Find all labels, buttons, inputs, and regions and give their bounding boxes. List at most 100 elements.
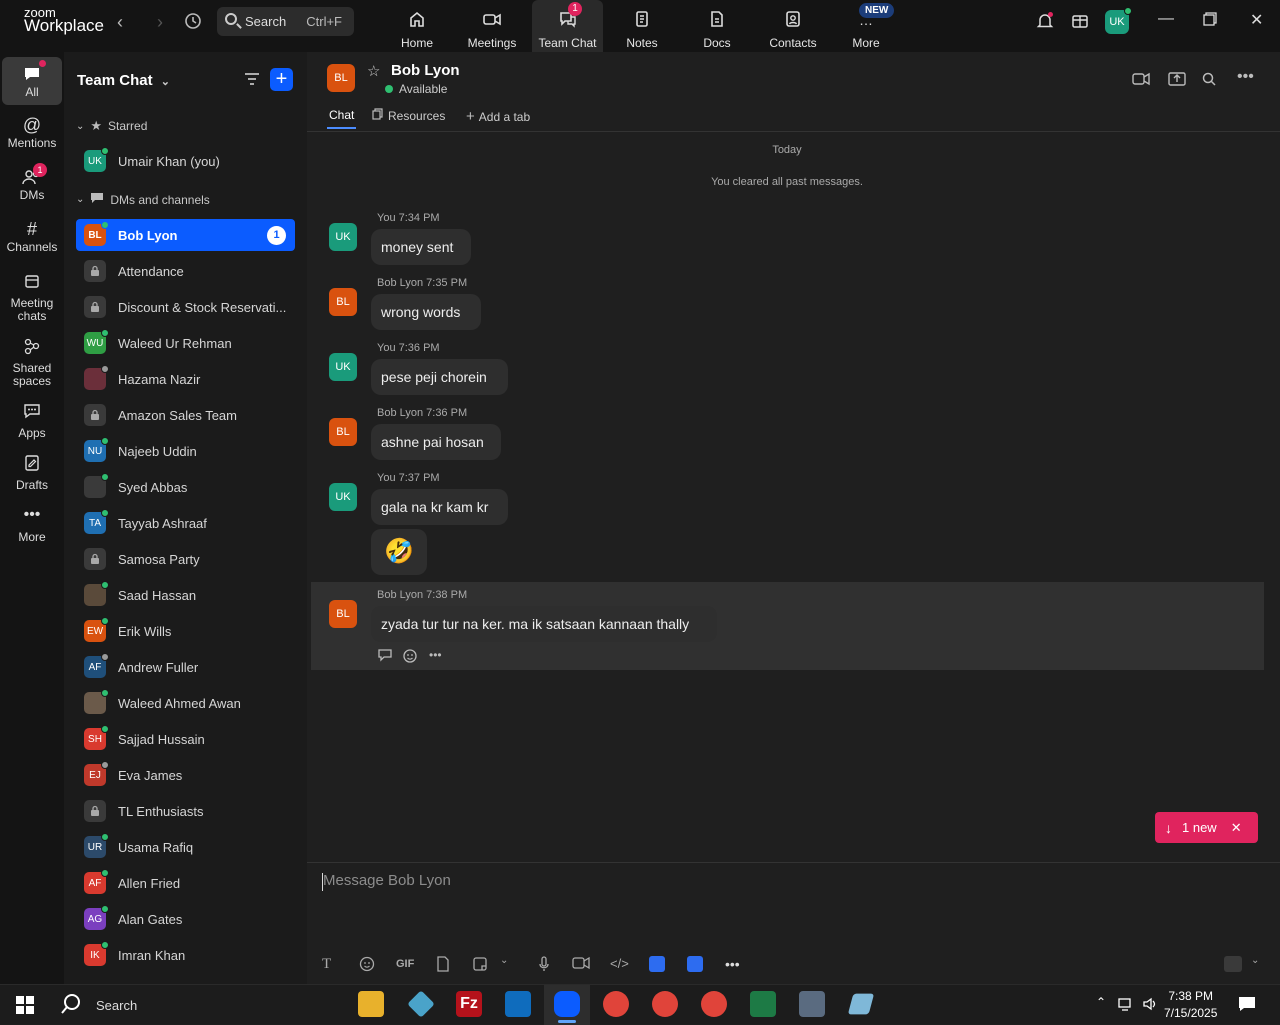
- sidebar-item[interactable]: EW Erik Wills: [76, 615, 295, 647]
- taskbar-search[interactable]: Search: [60, 993, 137, 1018]
- filter-icon[interactable]: [244, 72, 260, 91]
- message-avatar[interactable]: UK: [329, 223, 357, 251]
- tab-team-chat[interactable]: Team Chat 1: [532, 0, 603, 52]
- outlook-icon[interactable]: [505, 991, 531, 1017]
- message-author[interactable]: You: [377, 342, 396, 354]
- sidebar-item[interactable]: Attendance: [76, 255, 295, 287]
- sidebar-title[interactable]: Team Chat ⌄: [77, 72, 170, 89]
- tab-contacts[interactable]: Contacts: [766, 0, 820, 52]
- message-author[interactable]: Bob Lyon: [377, 589, 423, 601]
- sidebar-item[interactable]: NU Najeeb Uddin: [76, 435, 295, 467]
- tab-docs[interactable]: Docs: [695, 0, 739, 52]
- new-messages-pill[interactable]: ↓ 1 new ✕: [1155, 812, 1258, 843]
- message-bubble[interactable]: ashne pai hosan: [371, 424, 501, 460]
- close-icon[interactable]: ✕: [1250, 10, 1263, 30]
- chrome-icon-2[interactable]: [652, 991, 678, 1017]
- rail-meeting-chats[interactable]: Meeting chats: [2, 270, 62, 323]
- video-message-icon[interactable]: [572, 956, 590, 973]
- search-box[interactable]: Search Ctrl+F: [217, 7, 354, 36]
- back-arrow-icon[interactable]: ‹: [110, 12, 130, 32]
- tab-notes[interactable]: Notes: [618, 0, 666, 52]
- send-options-chevron-icon[interactable]: ⌄: [1251, 955, 1259, 966]
- windows-start-icon[interactable]: [16, 996, 34, 1019]
- message-author[interactable]: Bob Lyon: [377, 407, 423, 419]
- calendar-gift-icon[interactable]: [1071, 12, 1089, 35]
- zoom-taskbar-icon[interactable]: [554, 991, 580, 1017]
- sidebar-item[interactable]: AF Allen Fried: [76, 867, 295, 899]
- code-snippet-icon[interactable]: </>: [610, 956, 629, 971]
- sidebar-item[interactable]: AF Andrew Fuller: [76, 651, 295, 683]
- sidebar-item[interactable]: AG Alan Gates: [76, 903, 295, 935]
- rail-apps[interactable]: Apps: [2, 400, 62, 440]
- file-explorer-icon[interactable]: [358, 991, 384, 1017]
- tab-chat[interactable]: Chat: [326, 108, 357, 129]
- file-icon[interactable]: [436, 956, 450, 975]
- message-avatar[interactable]: BL: [329, 418, 357, 446]
- microphone-icon[interactable]: [538, 956, 550, 975]
- sidebar-item[interactable]: TL Enthusiasts: [76, 795, 295, 827]
- add-reaction-icon[interactable]: [403, 648, 419, 669]
- message-avatar[interactable]: BL: [329, 600, 357, 628]
- network-icon[interactable]: [1118, 996, 1134, 1017]
- contact-avatar[interactable]: BL: [327, 64, 355, 92]
- sidebar-item[interactable]: Discount & Stock Reservati...: [76, 291, 295, 323]
- notifications-icon[interactable]: [1238, 996, 1256, 1017]
- app-notebook-icon[interactable]: [847, 993, 875, 1015]
- message-avatar[interactable]: UK: [329, 353, 357, 381]
- sidebar-item[interactable]: Waleed Ahmed Awan: [76, 687, 295, 719]
- app-diamond-icon[interactable]: [407, 990, 435, 1018]
- rail-shared-spaces[interactable]: Shared spaces: [2, 335, 62, 388]
- contact-name[interactable]: Bob Lyon: [391, 62, 460, 79]
- taskbar-clock[interactable]: 7:38 PM 7/15/2025: [1164, 988, 1217, 1022]
- chevron-down-icon[interactable]: ⌄: [500, 955, 508, 966]
- sidebar-item[interactable]: Syed Abbas: [76, 471, 295, 503]
- sidebar-item[interactable]: SH Sajjad Hussain: [76, 723, 295, 755]
- rail-mentions[interactable]: @ Mentions: [2, 114, 62, 151]
- sidebar-item[interactable]: EJ Eva James: [76, 759, 295, 791]
- message-bubble[interactable]: gala na kr kam kr: [371, 489, 508, 525]
- rail-channels[interactable]: # Channels: [2, 218, 62, 255]
- rail-more[interactable]: ••• More: [2, 504, 62, 544]
- emoji-bubble[interactable]: 🤣: [371, 529, 427, 575]
- excel-icon[interactable]: [750, 991, 776, 1017]
- screenshot-icon[interactable]: [472, 956, 488, 975]
- message-bubble[interactable]: pese peji chorein: [371, 359, 508, 395]
- chrome-icon-1[interactable]: [603, 991, 629, 1017]
- sidebar-item[interactable]: UR Usama Rafiq: [76, 831, 295, 863]
- message-bubble[interactable]: zyada tur tur na ker. ma ik satsaan kann…: [371, 606, 717, 642]
- dms-section[interactable]: ⌄ DMs and channels: [76, 192, 210, 207]
- sidebar-item[interactable]: Amazon Sales Team: [76, 399, 295, 431]
- minimize-icon[interactable]: —: [1158, 10, 1174, 28]
- calculator-icon[interactable]: [799, 991, 825, 1017]
- message-avatar[interactable]: UK: [329, 483, 357, 511]
- share-screen-icon[interactable]: [1168, 72, 1186, 91]
- chrome-icon-3[interactable]: [701, 991, 727, 1017]
- tab-resources[interactable]: Resources: [372, 108, 445, 123]
- restore-icon[interactable]: [1203, 12, 1217, 31]
- gif-button[interactable]: GIF: [396, 958, 414, 970]
- sidebar-item[interactable]: IK Imran Khan: [76, 939, 295, 971]
- sidebar-item[interactable]: UK Umair Khan (you): [76, 145, 295, 177]
- more-actions-icon[interactable]: •••: [429, 648, 442, 669]
- user-avatar[interactable]: UK: [1105, 7, 1132, 34]
- emoji-icon[interactable]: [359, 956, 375, 975]
- close-icon[interactable]: ✕: [1231, 820, 1242, 836]
- video-call-icon[interactable]: [1132, 72, 1150, 91]
- reply-icon[interactable]: [377, 648, 393, 669]
- sidebar-item[interactable]: WU Waleed Ur Rehman: [76, 327, 295, 359]
- message-avatar[interactable]: BL: [329, 288, 357, 316]
- tab-meetings[interactable]: Meetings: [464, 0, 520, 52]
- message-author[interactable]: You: [377, 212, 396, 224]
- filezilla-icon[interactable]: Fz: [456, 991, 482, 1017]
- message-input[interactable]: Message Bob Lyon: [322, 872, 451, 891]
- tab-add[interactable]: + Add a tab: [466, 108, 530, 125]
- sidebar-item[interactable]: Hazama Nazir: [76, 363, 295, 395]
- app-icon-1[interactable]: [649, 956, 665, 972]
- more-tools-icon[interactable]: •••: [725, 956, 740, 972]
- more-options-icon[interactable]: •••: [1237, 68, 1254, 86]
- history-icon[interactable]: [183, 12, 203, 32]
- rail-dms[interactable]: 1 DMs: [2, 163, 62, 202]
- message-bubble[interactable]: wrong words: [371, 294, 481, 330]
- starred-section[interactable]: ⌄ ★ Starred: [76, 118, 147, 134]
- search-icon[interactable]: [1202, 72, 1216, 91]
